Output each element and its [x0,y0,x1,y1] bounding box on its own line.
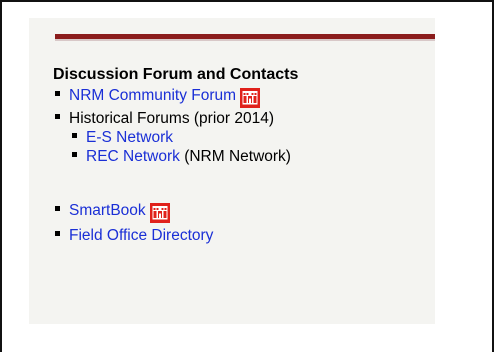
usace-castle-icon[interactable] [240,88,261,108]
list-item-rec-network: REC Network (NRM Network) [72,148,291,166]
section-heading: Discussion Forum and Contacts [53,66,299,83]
list-item-es-network: E-S Network [72,129,173,147]
bullet-icon [55,230,60,236]
nrm-community-forum-link[interactable]: NRM Community Forum [69,87,236,105]
bullet-icon [55,205,60,211]
bullet-icon [55,113,60,119]
es-network-link[interactable]: E-S Network [86,129,173,147]
list-item-nrm-community-forum: NRM Community Forum [55,86,261,108]
content-panel: Discussion Forum and Contacts NRM Commun… [29,18,435,324]
bullet-icon [72,132,77,138]
bullet-icon [72,151,77,157]
list-item-smartbook: SmartBook [55,201,170,223]
field-office-directory-link[interactable]: Field Office Directory [69,227,213,245]
divider-rule-shadow [55,39,435,41]
bullet-icon [55,90,60,96]
list-item-historical-forums: Historical Forums (prior 2014) [55,110,274,128]
historical-forums-label: Historical Forums (prior 2014) [69,110,274,127]
rec-network-link[interactable]: REC Network [86,148,180,166]
usace-castle-icon[interactable] [149,203,170,223]
list-item-field-office-directory: Field Office Directory [55,227,213,245]
smartbook-link[interactable]: SmartBook [69,202,146,220]
rec-network-suffix: (NRM Network) [179,148,291,165]
